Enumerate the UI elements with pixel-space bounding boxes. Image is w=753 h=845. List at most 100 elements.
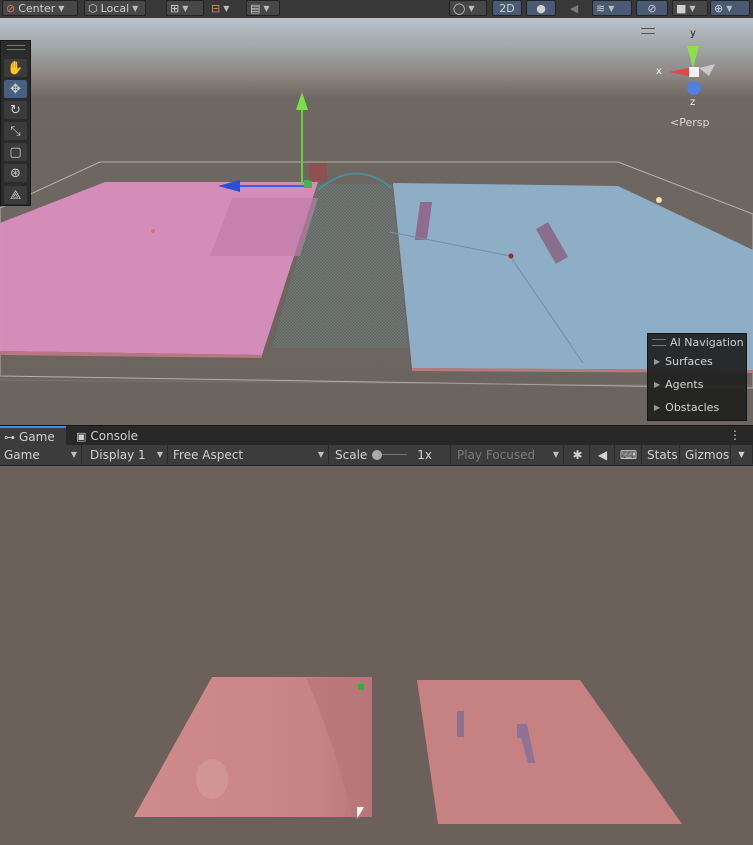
chevron-down-icon: ▼: [317, 450, 324, 459]
game-render: [134, 677, 682, 824]
chevron-down-icon: ▼: [263, 3, 270, 13]
pivot-mode-label: Center: [18, 1, 56, 15]
ai-navigation-header[interactable]: AI Navigation: [648, 334, 746, 350]
scene-geometry: [0, 92, 753, 389]
increment-snap-icon: ⊟: [211, 1, 221, 15]
bug-icon: ✱: [572, 447, 583, 462]
scale-tool-button[interactable]: ⤡: [4, 122, 27, 140]
shortcuts-button[interactable]: ⌨: [616, 445, 642, 464]
play-mode-label: Play Focused: [457, 447, 536, 462]
lightbulb-icon: ●: [536, 1, 546, 15]
mute-audio-button[interactable]: ◀: [591, 445, 615, 464]
mouse-cursor-icon: [357, 807, 364, 819]
game-mode-dropdown[interactable]: Game ▼: [0, 445, 82, 464]
tab-console-label: Console: [90, 429, 139, 443]
orientation-gizmo[interactable]: y x z: [641, 24, 735, 114]
grid-snap-button[interactable]: ⊞ ▼: [166, 0, 204, 16]
globe-icon: ⊕: [714, 1, 724, 15]
chevron-down-icon: ▼: [608, 3, 615, 13]
cube-icon: ⬡: [88, 1, 98, 15]
tab-game[interactable]: ⊶ Game: [0, 426, 66, 446]
chevron-down-icon: ▼: [132, 3, 139, 13]
chevron-down-icon: ▼: [223, 3, 230, 13]
chevron-down-icon: ▼: [70, 450, 77, 459]
rotate-tool-button[interactable]: ↻: [4, 101, 27, 119]
ai-nav-item-surfaces[interactable]: ▶ Surfaces: [648, 350, 746, 373]
camera-icon: ■: [676, 1, 687, 15]
space-mode-dropdown[interactable]: ⬡ Local ▼: [84, 0, 146, 16]
gizmos-scene-button[interactable]: ⊕ ▼: [710, 0, 750, 16]
speaker-icon: ◀: [597, 447, 608, 462]
frame-debugger-button[interactable]: ✱: [566, 445, 590, 464]
tool-palette: ✋ ✥ ↻ ⤡ ▢ ⊛ ⟁: [0, 40, 31, 206]
custom-tool-icon: ⟁: [9, 187, 22, 203]
tab-console[interactable]: ▣ Console: [72, 426, 142, 446]
rect-tool-button[interactable]: ▢: [4, 143, 27, 161]
more-options-icon[interactable]: ⋮: [729, 428, 741, 442]
mute-icon: ◀: [569, 1, 579, 15]
scale-icon: ⤡: [10, 123, 21, 139]
palette-grip[interactable]: [7, 45, 25, 50]
console-icon: ▣: [76, 429, 87, 443]
scale-slider[interactable]: [372, 449, 408, 460]
expand-arrow-icon: ▶: [654, 380, 661, 389]
gizmo-menu-icon[interactable]: [641, 28, 655, 34]
panel-tab-bar: ⊶ Game ▣ Console ⋮: [0, 425, 753, 446]
scale-label: Scale: [335, 447, 368, 462]
expand-arrow-icon: ▶: [654, 403, 661, 412]
grip-icon: [652, 338, 666, 346]
ai-nav-item-label: Agents: [665, 378, 704, 391]
shading-mode-dropdown[interactable]: ◯ ▼: [449, 0, 487, 16]
ai-nav-item-agents[interactable]: ▶ Agents: [648, 373, 746, 396]
persp-label: Persp: [679, 116, 710, 129]
ai-nav-item-label: Surfaces: [665, 355, 713, 368]
aspect-dropdown[interactable]: Free Aspect ▼: [169, 445, 329, 464]
ai-navigation-title: AI Navigation: [670, 335, 744, 349]
play-mode-dropdown[interactable]: Play Focused ▼: [453, 445, 564, 464]
increment-snap-button[interactable]: ⊟ ▼: [208, 0, 242, 16]
pivot-mode-dropdown[interactable]: ⊘ Center ▼: [2, 0, 78, 16]
rotate-icon: ↻: [10, 102, 21, 118]
hand-tool-button[interactable]: ✋: [4, 59, 27, 77]
move-tool-button[interactable]: ✥: [4, 80, 27, 98]
stats-button[interactable]: Stats: [643, 445, 680, 464]
toggle-2d-label: 2D: [499, 1, 515, 15]
chevron-down-icon: ▼: [552, 450, 559, 459]
scale-value: 1x: [417, 447, 433, 462]
scale-slider-thumb[interactable]: [372, 449, 383, 460]
custom-tool-button[interactable]: ⟁: [4, 186, 27, 204]
persp-icon: <: [670, 116, 680, 129]
gizmos-dropdown[interactable]: ▼: [731, 445, 753, 464]
chevron-down-icon: ▼: [58, 3, 65, 13]
display-label: Display 1: [90, 447, 146, 462]
toggle-2d-button[interactable]: 2D: [492, 0, 522, 16]
effects-toggle[interactable]: ≋ ▼: [592, 0, 632, 16]
pivot-icon: ⊘: [6, 1, 16, 15]
keyboard-icon: ⌨: [619, 447, 638, 462]
audio-toggle[interactable]: ◀: [560, 0, 588, 16]
ai-nav-item-obstacles[interactable]: ▶ Obstacles: [648, 396, 746, 419]
transform-tool-button[interactable]: ⊛: [4, 164, 27, 182]
camera-settings-button[interactable]: ■ ▼: [672, 0, 708, 16]
ai-nav-item-label: Obstacles: [665, 401, 720, 414]
transform-icon: ⊛: [10, 165, 21, 181]
game-view[interactable]: [0, 466, 753, 845]
rect-icon: ▢: [9, 144, 22, 160]
lighting-toggle[interactable]: ●: [526, 0, 556, 16]
scene-toolbar: ⊘ Center ▼ ⬡ Local ▼ ⊞ ▼ ⊟ ▼ ▤ ▼ ◯ ▼ 2D …: [0, 0, 753, 18]
grid-snap-icon: ⊞: [170, 1, 180, 15]
projection-toggle[interactable]: <Persp: [670, 116, 709, 129]
render-mode-button[interactable]: ▤ ▼: [246, 0, 280, 16]
tab-game-label: Game: [19, 430, 55, 444]
scene-view[interactable]: ✋ ✥ ↻ ⤡ ▢ ⊛ ⟁ y x z <Persp AI Navigation…: [0, 18, 753, 425]
display-dropdown[interactable]: Display 1 ▼: [86, 445, 168, 464]
layers-icon: ≋: [596, 1, 606, 15]
chevron-down-icon: ▼: [689, 3, 696, 13]
stats-label: Stats: [647, 447, 678, 462]
chevron-down-icon: ▼: [738, 450, 745, 459]
game-toolbar: Game ▼ Display 1 ▼ Free Aspect ▼ Scale 1…: [0, 445, 753, 466]
gizmos-label: Gizmos: [685, 447, 730, 462]
gizmos-button[interactable]: Gizmos: [681, 445, 731, 464]
move-icon: ✥: [10, 81, 21, 97]
hidden-objects-toggle[interactable]: ⊘: [636, 0, 668, 16]
